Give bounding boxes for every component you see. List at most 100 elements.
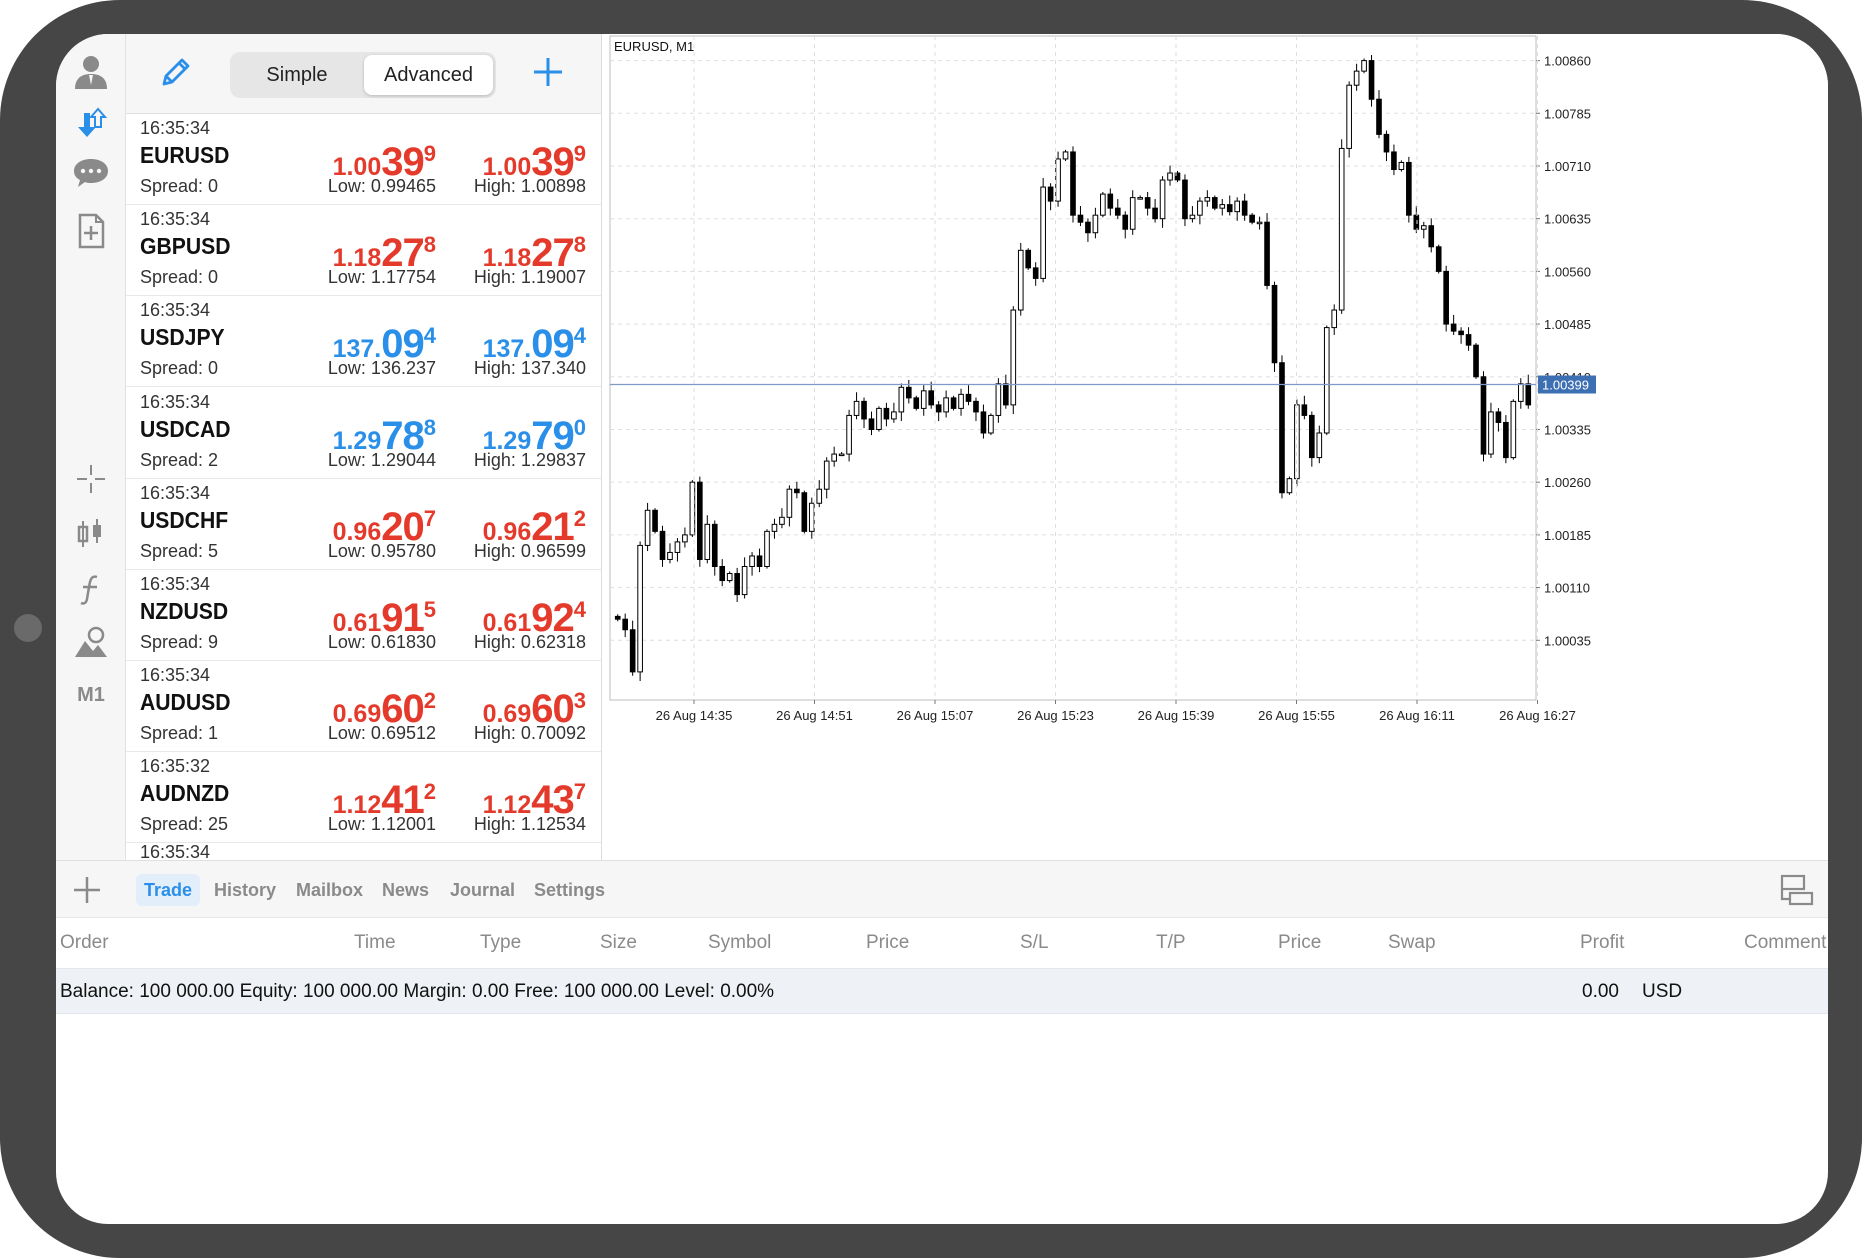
- add-symbol-icon[interactable]: [526, 50, 570, 94]
- col-comment[interactable]: Comment: [1744, 932, 1826, 954]
- account-icon[interactable]: [66, 46, 116, 96]
- col-size[interactable]: Size: [600, 932, 637, 954]
- candle-body: [1249, 214, 1255, 223]
- quote-spread: Spread: 25: [140, 814, 229, 835]
- candle-body: [1301, 404, 1308, 416]
- candle-body: [741, 565, 748, 596]
- candle-body: [891, 411, 897, 420]
- col-price[interactable]: Price: [866, 932, 909, 954]
- x-tick-label: 26 Aug 15:39: [1138, 708, 1215, 723]
- tab-history[interactable]: History: [206, 874, 284, 906]
- candlestick-chart[interactable]: 1.00860 1.00785 1.00710 1.00635 1.00560 1.004…: [604, 34, 1828, 860]
- toolbox-add-icon[interactable]: [66, 869, 108, 911]
- col-sl[interactable]: S/L: [1020, 932, 1049, 954]
- candle-body: [1159, 179, 1166, 220]
- quote-row-gbpusd[interactable]: 16:35:34 GBPUSD Spread: 0 1.18278 1.18278 Low…: [126, 205, 601, 297]
- home-button[interactable]: [14, 614, 42, 642]
- candle-body: [808, 502, 815, 532]
- col-order[interactable]: Order: [60, 932, 109, 954]
- chart-title: EURUSD, M1: [614, 39, 694, 54]
- price-chart[interactable]: 1.00860 1.00785 1.00710 1.00635 1.00560 1.004…: [604, 34, 1828, 860]
- col-profit[interactable]: Profit: [1580, 932, 1624, 954]
- x-tick-label: 26 Aug 16:11: [1379, 708, 1455, 723]
- x-tick-label: 26 Aug 14:35: [656, 708, 733, 723]
- quote-row-audnzd[interactable]: 16:35:32 AUDNZD Spread: 25 1.12412 1.12437 Lo…: [126, 752, 601, 844]
- candle-body: [1070, 151, 1076, 216]
- candle-body: [1353, 70, 1360, 86]
- indicators-icon[interactable]: [66, 564, 116, 614]
- candle-body: [1480, 376, 1487, 455]
- edit-pencil-icon[interactable]: [154, 50, 198, 94]
- balance-row: Balance: 100 000.00 Equity: 100 000.00 M…: [56, 968, 1828, 1014]
- candle-body: [719, 565, 726, 582]
- candle-body: [1256, 221, 1263, 225]
- candle-body: [920, 390, 927, 409]
- candle-body: [1279, 362, 1285, 494]
- quote-row-partial: 16:35:34: [126, 842, 601, 860]
- candle-body: [838, 453, 845, 457]
- quote-row-usdchf[interactable]: 16:35:34 USDCHF Spread: 5 0.96207 0.96212 Low…: [126, 479, 601, 570]
- candle-body: [1458, 330, 1464, 336]
- candle-body: [726, 573, 733, 582]
- quote-row-eurusd[interactable]: 16:35:34 EURUSD Spread: 0 1.00399 1.00399 Low…: [126, 114, 601, 205]
- col-current-price[interactable]: Price: [1278, 932, 1321, 954]
- trade-table-header: Order Time Type Size Symbol Price S/L T/…: [56, 918, 1828, 968]
- col-type[interactable]: Type: [480, 932, 521, 954]
- candle-body: [928, 390, 935, 406]
- candle-body: [1517, 383, 1524, 402]
- candle-body: [1107, 193, 1114, 209]
- candle-body: [734, 573, 740, 596]
- candle-body: [1197, 200, 1203, 216]
- quote-high: High: 1.12534: [473, 814, 586, 835]
- chart-type-icon[interactable]: [66, 508, 116, 558]
- quote-row-usdcad[interactable]: 16:35:34 USDCAD Spread: 2 1.29788 1.29790 Low…: [126, 388, 601, 479]
- y-tick-label: 1.00710: [1544, 159, 1591, 174]
- candle-body: [1316, 432, 1323, 459]
- tab-journal[interactable]: Journal: [442, 874, 523, 906]
- col-symbol[interactable]: Symbol: [708, 932, 771, 954]
- simple-mode-button[interactable]: Simple: [233, 55, 361, 95]
- quote-symbol: USDCAD: [140, 415, 231, 442]
- chat-icon[interactable]: [66, 148, 116, 198]
- quote-high: High: 1.00898: [473, 176, 586, 196]
- tab-trade[interactable]: Trade: [136, 874, 201, 906]
- y-tick-label: 1.00035: [1544, 633, 1591, 648]
- candle-body: [786, 488, 793, 518]
- candle-body: [1025, 249, 1032, 269]
- col-swap[interactable]: Swap: [1388, 932, 1436, 954]
- new-order-icon[interactable]: [66, 206, 116, 256]
- quote-symbol: USDCHF: [140, 506, 229, 533]
- x-tick-label: 26 Aug 15:23: [1017, 708, 1094, 723]
- quotes-icon[interactable]: [66, 98, 116, 148]
- quotes-panel: Simple Advanced 16:35:34 EURUSD Spread: 0 1…: [126, 34, 602, 860]
- candle-body: [1428, 225, 1435, 248]
- quote-low: Low: 1.12001: [327, 814, 436, 835]
- candle-body: [771, 523, 778, 532]
- candle-body: [965, 393, 972, 402]
- y-tick-label: 1.00860: [1544, 54, 1591, 69]
- quote-low: Low: 1.17754: [327, 267, 436, 288]
- candle-body: [629, 629, 636, 673]
- col-tp[interactable]: T/P: [1156, 932, 1186, 954]
- quotes-header: Simple Advanced: [126, 34, 601, 114]
- quote-row-audusd[interactable]: 16:35:34 AUDUSD Spread: 1 0.69602 0.69603 Low…: [126, 661, 601, 753]
- timeframe-button[interactable]: M1: [66, 670, 116, 720]
- quote-low: Low: 1.29044: [327, 449, 436, 470]
- tab-news[interactable]: News: [374, 874, 437, 906]
- layout-toggle-icon[interactable]: [1778, 871, 1816, 909]
- crosshair-icon[interactable]: [66, 454, 116, 504]
- candle-body: [876, 407, 882, 430]
- objects-icon[interactable]: [66, 618, 116, 668]
- candle-body: [1361, 60, 1367, 72]
- col-time[interactable]: Time: [354, 932, 396, 954]
- y-tick-label: 1.00335: [1544, 422, 1591, 437]
- tab-settings[interactable]: Settings: [526, 874, 613, 906]
- tab-mailbox[interactable]: Mailbox: [288, 874, 371, 906]
- x-tick-label: 26 Aug 15:07: [897, 708, 974, 723]
- candle-body: [1047, 186, 1054, 202]
- advanced-mode-button[interactable]: Advanced: [364, 55, 493, 95]
- quote-row-nzdusd[interactable]: 16:35:34 NZDUSD Spread: 9 0.61915 0.61924 Low…: [126, 570, 601, 661]
- quote-spread: Spread: 2: [140, 449, 219, 470]
- candle-body: [950, 397, 957, 409]
- quote-row-usdjpy[interactable]: 16:35:34 USDJPY Spread: 0 137.094 137.094 Low…: [126, 296, 601, 388]
